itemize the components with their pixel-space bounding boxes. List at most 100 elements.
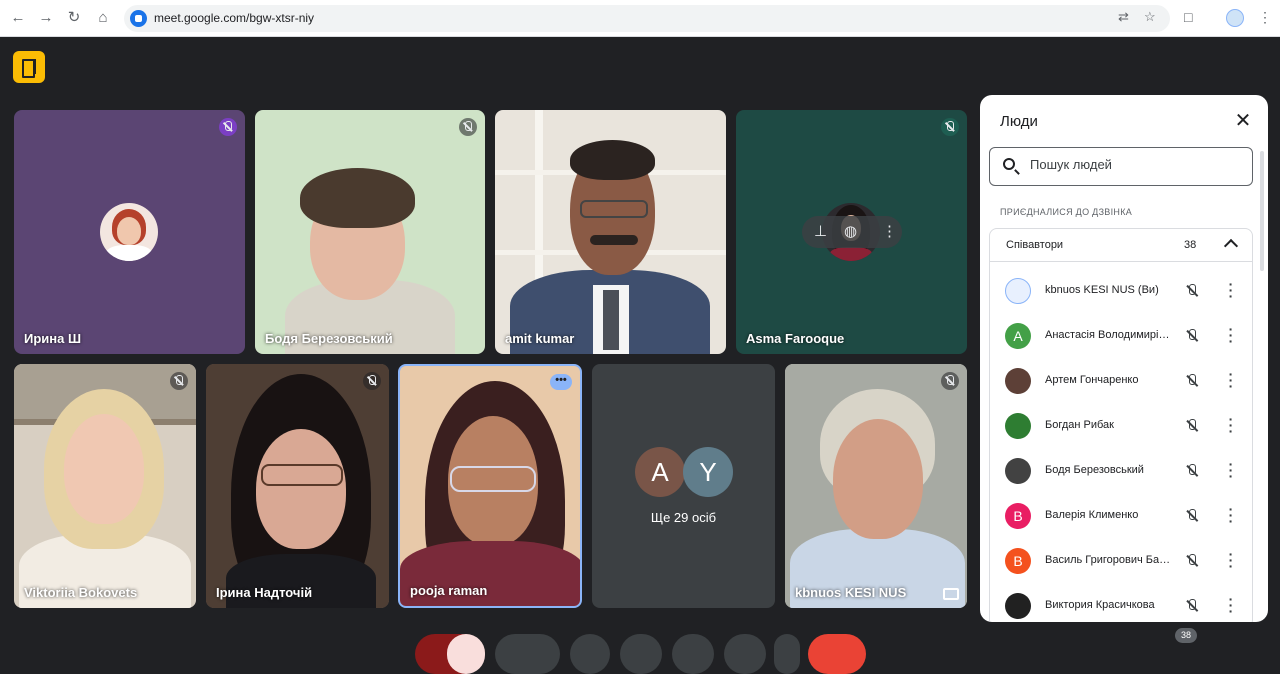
avatar: В xyxy=(1005,548,1031,574)
search-box[interactable] xyxy=(989,147,1253,186)
avatar: А xyxy=(1005,323,1031,349)
reactions-button[interactable] xyxy=(570,634,610,674)
participant-name: Ірина Надточій xyxy=(216,585,313,600)
participant-tile[interactable]: ••• pooja raman xyxy=(398,364,582,608)
person-name: Богдан Рибак xyxy=(1045,419,1114,431)
tile-more-options-button[interactable]: ••• xyxy=(550,374,572,390)
participant-tile[interactable]: amit kumar xyxy=(495,110,726,354)
present-button[interactable] xyxy=(620,634,662,674)
camera-toggle-button[interactable] xyxy=(447,634,485,674)
avatar xyxy=(1005,368,1031,394)
more-options-icon[interactable]: · · · xyxy=(1226,592,1236,618)
contributors-group: Співавтори 38 kbnuos KESI NUS (Ви) · · · А… xyxy=(989,228,1253,622)
avatar xyxy=(1005,413,1031,439)
mic-off-icon xyxy=(1184,508,1200,524)
participant-tile[interactable]: Ирина Ш xyxy=(14,110,245,354)
others-count-label: Ще 29 осіб xyxy=(650,510,717,525)
profile-avatar[interactable] xyxy=(1226,9,1244,27)
search-icon xyxy=(1003,158,1015,170)
captions-button[interactable] xyxy=(495,634,560,674)
participant-name: amit kumar xyxy=(505,331,575,346)
screen-share-icon xyxy=(943,588,959,600)
bookmark-star-icon[interactable]: ☆ xyxy=(1144,9,1156,25)
participant-tile[interactable]: Ірина Надточій xyxy=(206,364,389,608)
mic-off-icon xyxy=(219,118,237,136)
extensions-icon[interactable]: □ xyxy=(1184,9,1192,25)
person-name: Артем Гончаренко xyxy=(1045,374,1139,386)
more-options-icon[interactable]: · · · xyxy=(1226,322,1236,348)
avatar: Y xyxy=(683,447,733,497)
panel-title: Люди xyxy=(1000,113,1038,130)
pin-icon[interactable]: ⊥ xyxy=(814,222,827,240)
person-name: kbnuos KESI NUS (Ви) xyxy=(1045,284,1159,296)
mic-off-icon xyxy=(1184,553,1200,569)
mic-off-icon xyxy=(1184,328,1200,344)
more-options-icon[interactable]: · · · xyxy=(1226,502,1236,528)
avatar xyxy=(100,203,158,261)
participant-name: Asma Farooque xyxy=(746,331,845,346)
participant-count-badge: 38 xyxy=(1175,628,1197,643)
leave-call-button[interactable] xyxy=(808,634,866,674)
more-options-icon[interactable]: · · · xyxy=(1226,547,1236,573)
mute-icon[interactable]: ◍ xyxy=(844,222,857,240)
url-text[interactable]: meet.google.com/bgw-xtsr-niy xyxy=(154,11,314,25)
chevron-up-icon[interactable] xyxy=(1223,238,1239,254)
list-item[interactable]: В Валерія Клименко · · · xyxy=(990,494,1252,538)
raise-hand-button[interactable] xyxy=(672,634,714,674)
translate-icon[interactable]: ⇄ xyxy=(1118,9,1129,25)
forward-icon[interactable]: → xyxy=(36,8,56,28)
mic-off-icon xyxy=(1184,463,1200,479)
group-count: 38 xyxy=(1184,239,1197,251)
participant-tile[interactable]: ⊥ ◍ ⋮ Asma Farooque xyxy=(736,110,967,354)
avatar xyxy=(1005,593,1031,619)
group-title: Співавтори xyxy=(1006,239,1064,251)
more-options-icon[interactable]: · · · xyxy=(1226,457,1236,483)
list-item[interactable]: Артем Гончаренко · · · xyxy=(990,359,1252,403)
chrome-menu-icon[interactable]: ⋮ xyxy=(1258,9,1272,26)
more-options-icon[interactable]: · · · xyxy=(1226,367,1236,393)
participant-tile[interactable]: kbnuos KESI NUS xyxy=(785,364,967,608)
section-label: ПРИЄДНАЛИСЯ ДО ДЗВІНКА xyxy=(1000,207,1133,217)
mic-off-icon xyxy=(1184,598,1200,614)
back-icon[interactable]: ← xyxy=(8,8,28,28)
tile-hover-controls: ⊥ ◍ ⋮ xyxy=(802,216,902,248)
mic-off-icon xyxy=(170,372,188,390)
person-name: Анастасія Володимирівна xyxy=(1045,329,1173,341)
close-icon[interactable]: ✕ xyxy=(1232,110,1254,132)
list-item[interactable]: Бодя Березовський · · · xyxy=(990,449,1252,493)
list-item[interactable]: В Василь Григорович Бабенко ··· xyxy=(990,539,1252,583)
person-name: Василь Григорович Бабенко xyxy=(1045,554,1173,566)
scrollbar[interactable] xyxy=(1260,151,1264,271)
avatar: A xyxy=(635,447,685,497)
mic-off-icon xyxy=(1184,418,1200,434)
search-input[interactable] xyxy=(1030,157,1240,172)
mic-off-icon xyxy=(1184,373,1200,389)
participant-tile[interactable]: Viktoriia Bokovets xyxy=(14,364,196,608)
list-item[interactable]: Богдан Рибак · · · xyxy=(990,404,1252,448)
more-options-icon[interactable]: ⋮ xyxy=(882,222,897,240)
list-item[interactable]: kbnuos KESI NUS (Ви) · · · xyxy=(990,269,1252,313)
mic-off-icon xyxy=(1184,283,1200,299)
site-info-icon[interactable] xyxy=(130,10,147,27)
participant-name: Бодя Березовський xyxy=(265,331,393,346)
reload-icon[interactable]: ↻ xyxy=(64,8,84,28)
group-header[interactable]: Співавтори 38 xyxy=(990,229,1252,262)
activities-button[interactable] xyxy=(724,634,766,674)
avatar: В xyxy=(1005,503,1031,529)
mic-off-icon xyxy=(941,118,959,136)
people-panel: Люди ✕ ПРИЄДНАЛИСЯ ДО ДЗВІНКА Співавтори… xyxy=(980,95,1268,622)
mic-off-icon xyxy=(459,118,477,136)
person-name: Валерія Клименко xyxy=(1045,509,1139,521)
others-tile[interactable]: A Y Ще 29 осіб xyxy=(592,364,775,608)
meet-info-button[interactable] xyxy=(13,51,45,83)
avatar xyxy=(1005,458,1031,484)
list-item[interactable]: Виктория Красичкова · · · xyxy=(990,584,1252,622)
participant-tile[interactable]: Бодя Березовський xyxy=(255,110,485,354)
browser-toolbar: ← → ↻ ⌂ meet.google.com/bgw-xtsr-niy ⇄ ☆… xyxy=(0,0,1280,37)
more-options-button[interactable] xyxy=(774,634,800,674)
home-icon[interactable]: ⌂ xyxy=(93,8,113,28)
list-item[interactable]: А Анастасія Володимирівна · · · xyxy=(990,314,1252,358)
address-bar[interactable]: meet.google.com/bgw-xtsr-niy ⇄ ☆ xyxy=(124,5,1170,32)
more-options-icon[interactable]: · · · xyxy=(1226,277,1236,303)
more-options-icon[interactable]: · · · xyxy=(1226,412,1236,438)
